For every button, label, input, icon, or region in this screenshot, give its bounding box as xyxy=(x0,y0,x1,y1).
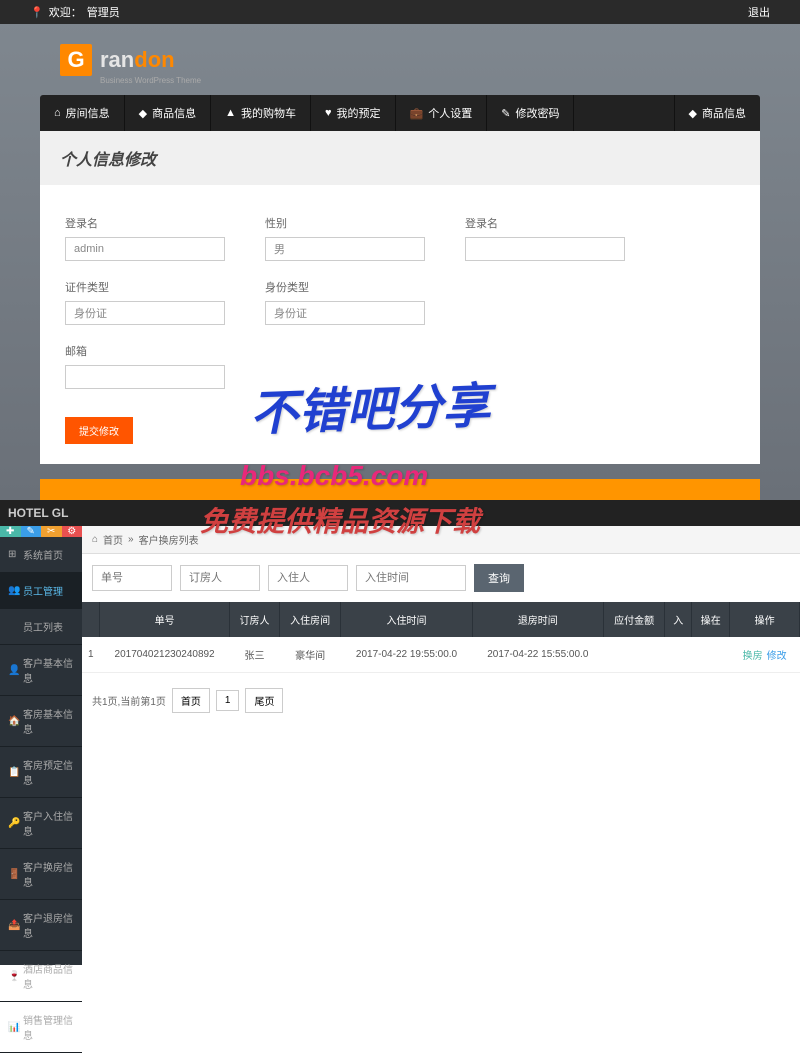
idtype-input[interactable] xyxy=(65,301,225,325)
cart-icon: ▲ xyxy=(225,107,236,119)
login-input[interactable] xyxy=(65,237,225,261)
house-icon: 🏠 xyxy=(8,716,18,727)
home-icon: ⌂ xyxy=(92,534,98,545)
th-idx xyxy=(82,602,100,637)
th-order: 单号 xyxy=(100,602,230,637)
home-icon: ⌂ xyxy=(54,107,61,119)
pagination: 共1页,当前第1页 首页 1 尾页 xyxy=(82,673,800,728)
search-button[interactable]: 查询 xyxy=(474,564,524,592)
page-last[interactable]: 尾页 xyxy=(245,688,283,713)
breadcrumb-home[interactable]: 首页 xyxy=(103,532,123,547)
welcome-prefix: 欢迎： xyxy=(49,4,82,20)
nav-product-right[interactable]: ◆商品信息 xyxy=(674,95,760,131)
nav-room-info[interactable]: ⌂房间信息 xyxy=(40,95,125,131)
filter-booker[interactable] xyxy=(180,565,260,591)
sidebar-home[interactable]: ⊞系统首页 xyxy=(0,537,82,573)
th-booker: 订房人 xyxy=(230,602,280,637)
sidebar-change[interactable]: 🚪客户换房信息 xyxy=(0,849,82,900)
pin-icon: 📍 xyxy=(30,6,44,19)
profile-panel: 个人信息修改 登录名 性别 登录名 证件类型 xyxy=(40,131,760,464)
tool-4[interactable]: ⚙ xyxy=(62,526,83,537)
edit-link[interactable]: 修改 xyxy=(767,651,787,662)
nav-settings[interactable]: 💼个人设置 xyxy=(396,95,488,131)
key-icon: 🔑 xyxy=(8,818,18,829)
idtype-label: 证件类型 xyxy=(65,279,225,295)
sidebar-customer[interactable]: 👤客户基本信息 xyxy=(0,645,82,696)
tool-3[interactable]: ✂ xyxy=(41,526,62,537)
heart-icon: ♥ xyxy=(325,107,332,119)
sidebar-products[interactable]: 🍷酒店商品信息 xyxy=(0,951,82,1002)
list-icon: 📋 xyxy=(8,767,18,778)
wine-icon: 🍷 xyxy=(8,971,18,982)
tool-2[interactable]: ✎ xyxy=(21,526,42,537)
diamond-icon: ◆ xyxy=(139,107,147,120)
sidebar: ✚ ✎ ✂ ⚙ ⊞系统首页 👥员工管理 员工列表 👤客户基本信息 🏠客房基本信息… xyxy=(0,500,82,965)
idtype2-input[interactable] xyxy=(265,301,425,325)
hotel-header: HOTEL GL xyxy=(0,500,800,526)
breadcrumb: ⌂ 首页 » 客户换房列表 xyxy=(82,526,800,554)
navbar: ⌂房间信息 ◆商品信息 ▲我的购物车 ♥我的预定 💼个人设置 ✎修改密码 ◆商品… xyxy=(40,95,760,131)
filter-time[interactable] xyxy=(356,565,466,591)
page-info: 共1页,当前第1页 xyxy=(92,693,166,708)
logo-g-icon: G xyxy=(60,44,92,76)
user-role: 管理员 xyxy=(87,4,120,20)
logo-subtitle: Business WordPress Theme xyxy=(40,76,800,85)
gender-label: 性别 xyxy=(265,215,425,231)
th-checkout: 退房时间 xyxy=(472,602,603,637)
users-icon: 👥 xyxy=(8,585,18,596)
logout-link[interactable]: 退出 xyxy=(748,4,770,20)
filter-bar: 查询 xyxy=(82,554,800,602)
edit-icon: ✎ xyxy=(501,107,510,120)
filter-checkin[interactable] xyxy=(268,565,348,591)
filter-order[interactable] xyxy=(92,565,172,591)
th-amount: 应付金额 xyxy=(603,602,664,637)
nav-cart[interactable]: ▲我的购物车 xyxy=(211,95,311,131)
sidebar-sales[interactable]: 📊销售管理信息 xyxy=(0,1002,82,1053)
th-action: 操作 xyxy=(730,602,800,637)
nav-booking[interactable]: ♥我的预定 xyxy=(311,95,396,131)
table-row: 1 201704021230240892 张三 豪华间 2017-04-22 1… xyxy=(82,637,800,673)
diamond-icon: ◆ xyxy=(689,107,697,120)
sidebar-staff-list[interactable]: 员工列表 xyxy=(0,609,82,645)
th-c8: 操在 xyxy=(692,602,730,637)
login-label: 登录名 xyxy=(65,215,225,231)
email-label: 邮箱 xyxy=(65,343,225,359)
change-room-link[interactable]: 换房 xyxy=(743,651,763,662)
tool-1[interactable]: ✚ xyxy=(0,526,21,537)
sidebar-booking[interactable]: 📋客房预定信息 xyxy=(0,747,82,798)
login2-label: 登录名 xyxy=(465,215,625,231)
th-c7: 入 xyxy=(665,602,692,637)
panel-title: 个人信息修改 xyxy=(40,131,760,185)
page-num[interactable]: 1 xyxy=(216,690,240,711)
gender-input[interactable] xyxy=(265,237,425,261)
login2-input[interactable] xyxy=(465,237,625,261)
email-input[interactable] xyxy=(65,365,225,389)
breadcrumb-current: 客户换房列表 xyxy=(139,532,199,547)
th-checkin: 入住时间 xyxy=(341,602,472,637)
chart-icon: 📊 xyxy=(8,1022,18,1033)
door-icon: 🚪 xyxy=(8,869,18,880)
th-room: 入住房间 xyxy=(279,602,340,637)
submit-button[interactable]: 提交修改 xyxy=(65,417,133,444)
sidebar-room[interactable]: 🏠客房基本信息 xyxy=(0,696,82,747)
sidebar-checkin[interactable]: 🔑客户入住信息 xyxy=(0,798,82,849)
nav-password[interactable]: ✎修改密码 xyxy=(487,95,574,131)
sidebar-checkout[interactable]: 📤客户退房信息 xyxy=(0,900,82,951)
out-icon: 📤 xyxy=(8,920,18,931)
idtype2-label: 身份类型 xyxy=(265,279,425,295)
topbar: 📍 欢迎： 管理员 退出 xyxy=(0,0,800,24)
grid-icon: ⊞ xyxy=(8,549,18,560)
user-icon: 👤 xyxy=(8,665,18,676)
sidebar-staff[interactable]: 👥员工管理 xyxy=(0,573,82,609)
data-table: 单号 订房人 入住房间 入住时间 退房时间 应付金额 入 操在 操作 1 201… xyxy=(82,602,800,673)
page-first[interactable]: 首页 xyxy=(172,688,210,713)
nav-product-info[interactable]: ◆商品信息 xyxy=(125,95,211,131)
briefcase-icon: 💼 xyxy=(410,107,424,120)
